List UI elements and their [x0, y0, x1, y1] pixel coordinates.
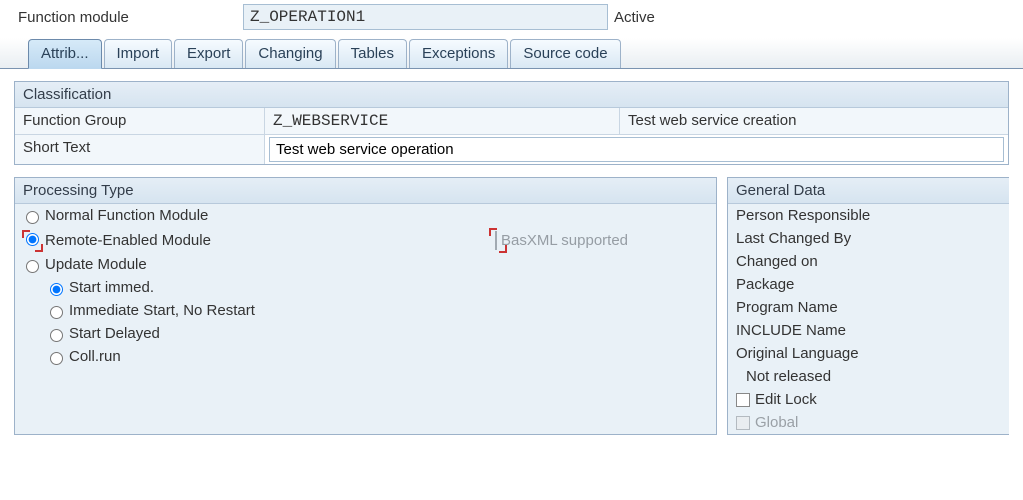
radio-start-immed[interactable] — [50, 283, 63, 296]
radio-immediate-no-restart-label: Immediate Start, No Restart — [69, 302, 255, 319]
classification-group: Classification Function Group Z_WEBSERVI… — [14, 81, 1009, 165]
radio-immediate-no-restart[interactable] — [50, 306, 63, 319]
radio-update-label: Update Module — [45, 256, 147, 273]
short-text-label: Short Text — [15, 135, 265, 164]
tab-source-code[interactable]: Source code — [510, 39, 620, 68]
radio-start-delayed[interactable] — [50, 329, 63, 342]
classification-title: Classification — [15, 82, 1008, 108]
global-checkbox — [736, 416, 750, 430]
function-group-label: Function Group — [15, 108, 265, 134]
radio-start-immed-label: Start immed. — [69, 279, 154, 296]
radio-normal[interactable] — [26, 211, 39, 224]
last-changed-by-label: Last Changed By — [728, 227, 1009, 250]
radio-update-module[interactable] — [26, 260, 39, 273]
short-text-input[interactable] — [269, 137, 1004, 162]
global-label: Global — [755, 414, 798, 431]
tab-attributes[interactable]: Attrib... — [28, 39, 102, 69]
radio-start-delayed-label: Start Delayed — [69, 325, 160, 342]
general-data-title: General Data — [728, 178, 1009, 204]
bracket-icon — [22, 230, 30, 238]
original-language-label: Original Language — [728, 342, 1009, 365]
tab-export[interactable]: Export — [174, 39, 243, 68]
tab-exceptions[interactable]: Exceptions — [409, 39, 508, 68]
radio-normal-label: Normal Function Module — [45, 207, 208, 224]
person-responsible-label: Person Responsible — [728, 204, 1009, 227]
basxml-label: BasXML supported — [501, 232, 628, 249]
edit-lock-label: Edit Lock — [755, 391, 817, 408]
general-data-group: General Data Person Responsible Last Cha… — [727, 177, 1009, 435]
radio-coll-run[interactable] — [50, 352, 63, 365]
basxml-checkbox[interactable] — [495, 231, 497, 250]
bracket-icon — [35, 244, 43, 252]
processing-type-title: Processing Type — [15, 178, 716, 204]
basxml-checkbox-row: BasXML supported — [495, 232, 628, 249]
changed-on-label: Changed on — [728, 250, 1009, 273]
processing-type-group: Processing Type Normal Function Module R… — [14, 177, 717, 435]
radio-remote-label: Remote-Enabled Module — [45, 232, 211, 249]
not-released-label: Not released — [728, 365, 1009, 388]
radio-coll-run-label: Coll.run — [69, 348, 121, 365]
bracket-icon — [499, 245, 507, 253]
package-label: Package — [728, 273, 1009, 296]
tab-changing[interactable]: Changing — [245, 39, 335, 68]
include-name-label: INCLUDE Name — [728, 319, 1009, 342]
program-name-label: Program Name — [728, 296, 1009, 319]
tab-import[interactable]: Import — [104, 39, 173, 68]
function-group-desc: Test web service creation — [620, 108, 1008, 134]
function-group-value: Z_WEBSERVICE — [265, 108, 620, 134]
function-module-name-input[interactable] — [243, 4, 608, 30]
edit-lock-checkbox[interactable] — [736, 393, 750, 407]
tab-bar: Attrib... Import Export Changing Tables … — [0, 38, 1023, 69]
tab-tables[interactable]: Tables — [338, 39, 407, 68]
function-module-label: Function module — [18, 9, 243, 26]
status-text: Active — [608, 9, 655, 26]
